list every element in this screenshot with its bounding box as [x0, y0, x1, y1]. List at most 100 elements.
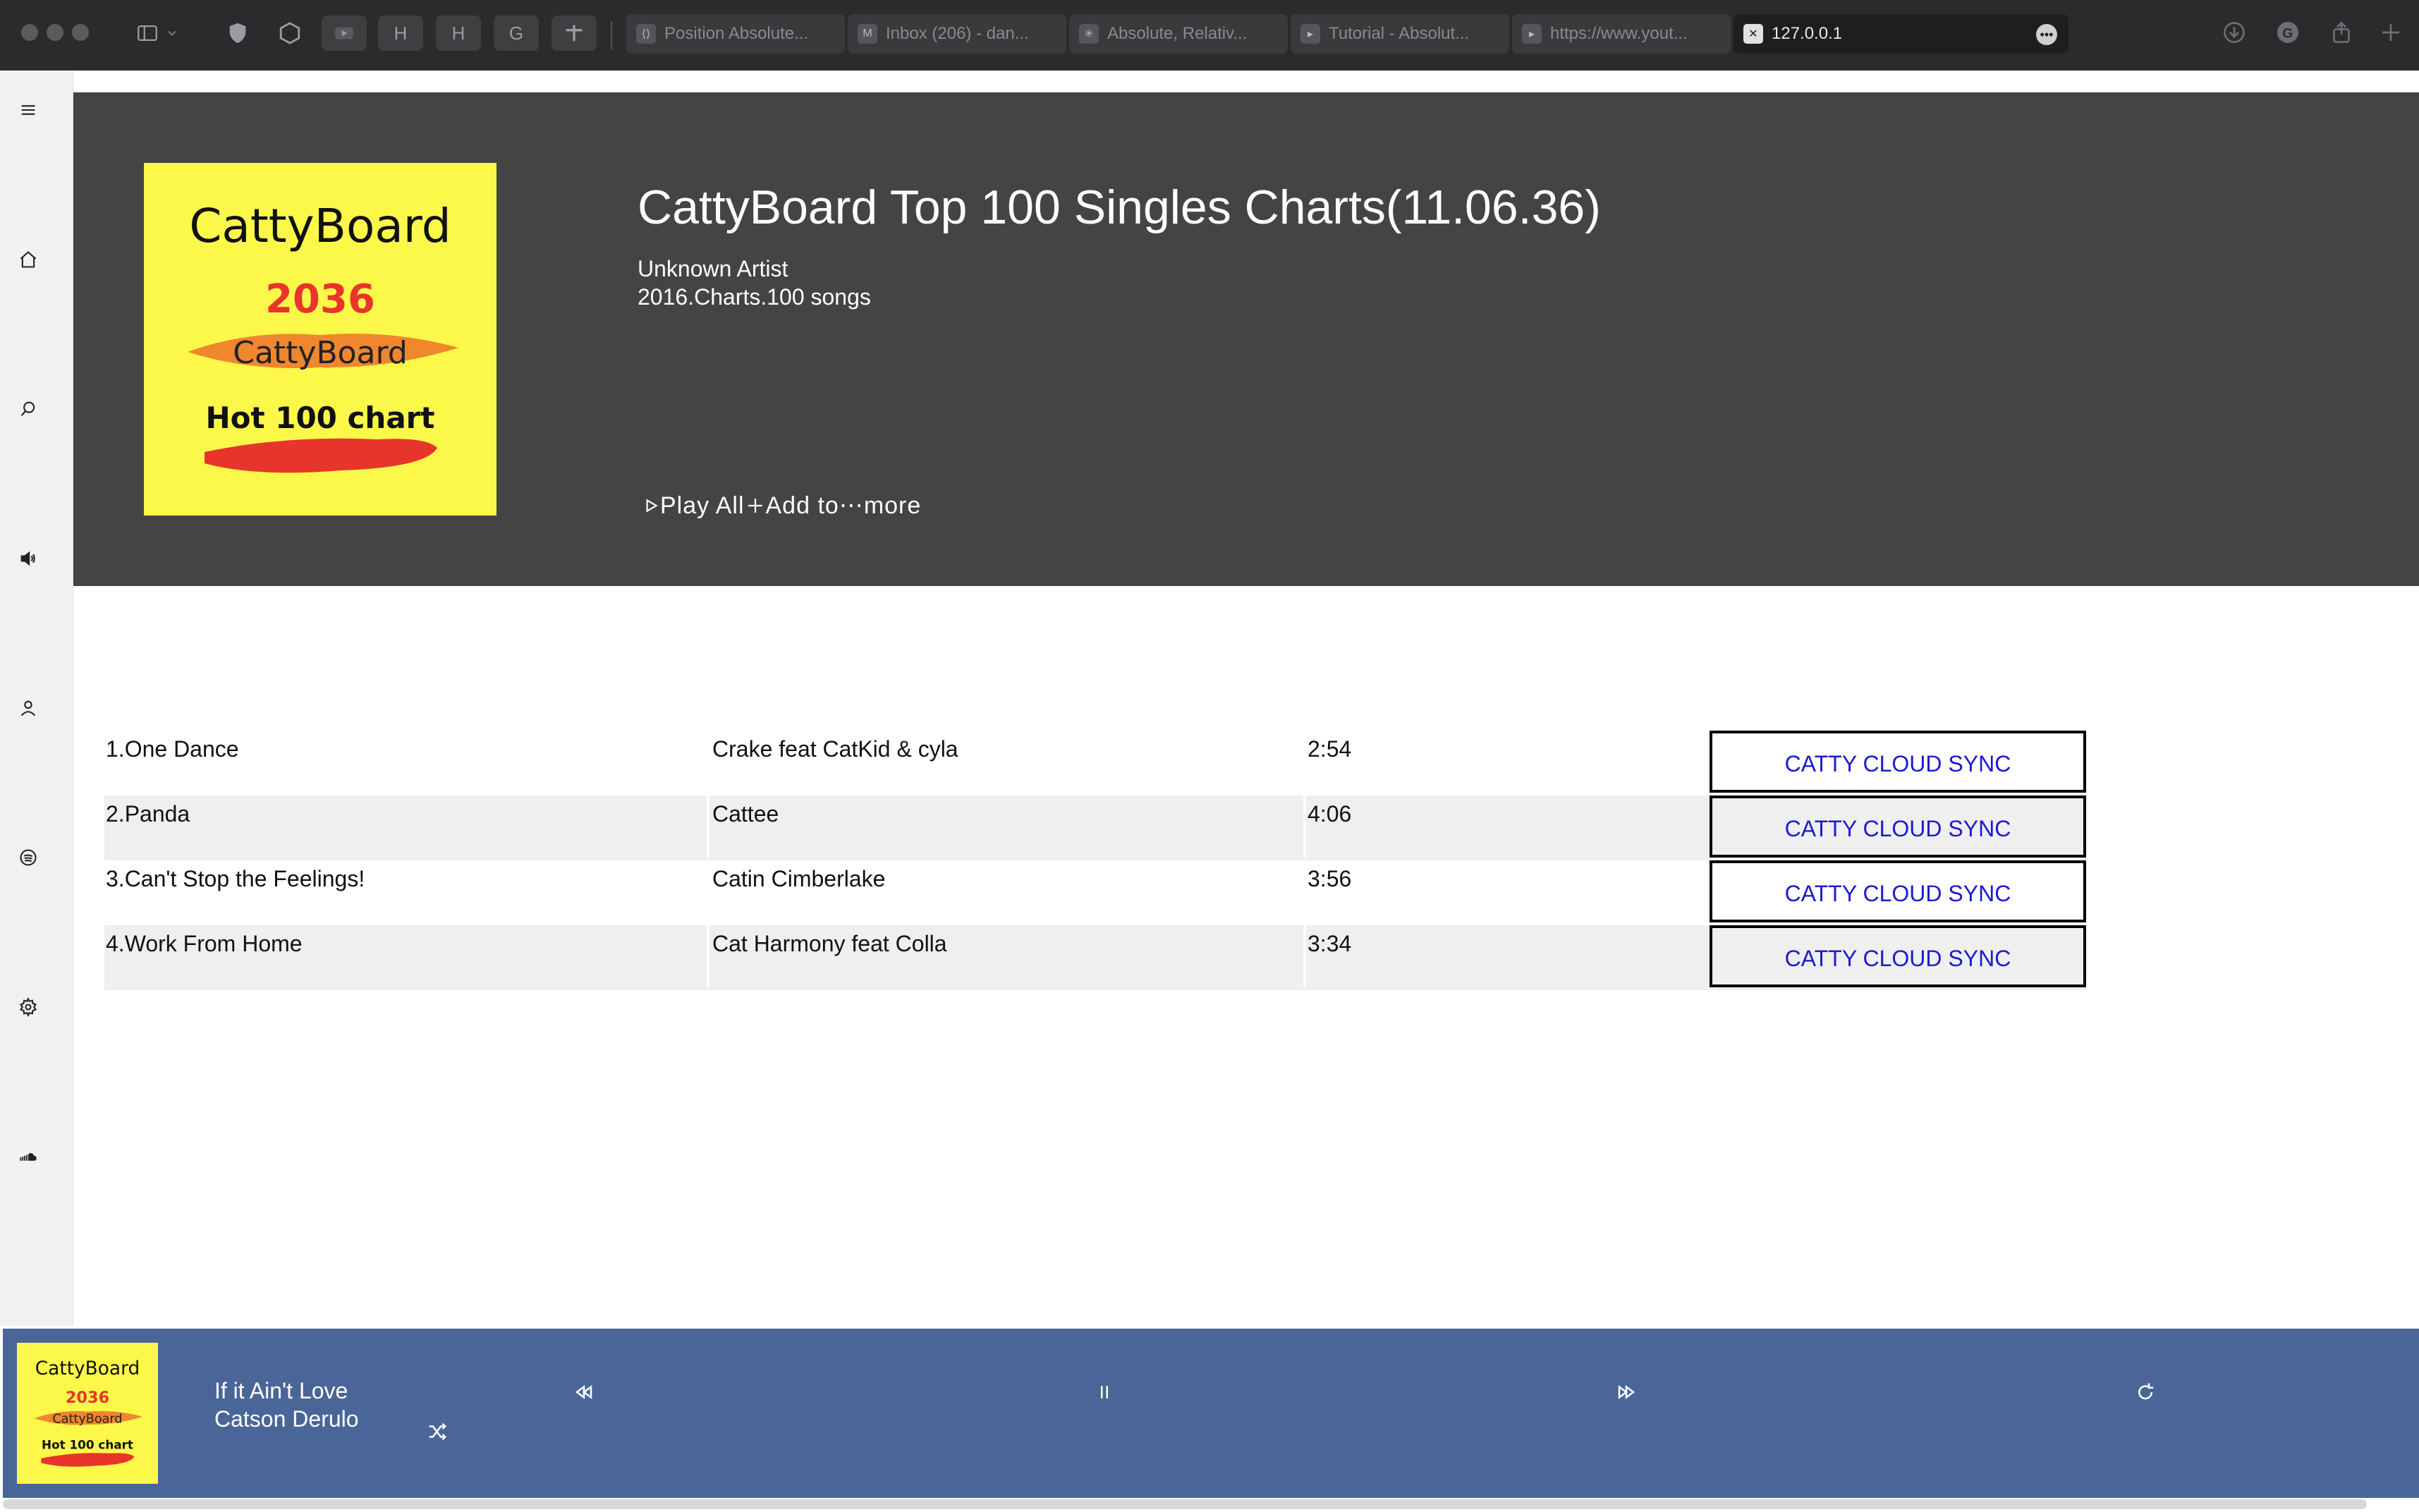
- repeat-icon[interactable]: [2133, 1379, 2158, 1405]
- mail-icon: M: [858, 24, 877, 44]
- add-to-label: Add to: [765, 492, 839, 519]
- tab-label: Inbox (206) - dan...: [886, 24, 1029, 43]
- menu-icon[interactable]: [17, 99, 39, 121]
- window-minimize-button[interactable]: [47, 24, 63, 41]
- track-table: 1.One Dance Crake feat CatKid & cyla 2:5…: [104, 731, 2086, 990]
- column-divider: [707, 795, 709, 858]
- browser-tab[interactable]: ▸ Tutorial - Absolut...: [1291, 14, 1509, 54]
- play-all-button[interactable]: Play All: [642, 492, 745, 520]
- close-icon[interactable]: ✕: [1743, 24, 1763, 44]
- left-nav: [0, 71, 73, 1326]
- track-artist: Cattee: [712, 801, 779, 827]
- grammarly-icon[interactable]: G: [2274, 18, 2302, 47]
- column-divider: [1303, 925, 1306, 987]
- album-actions: Play All Add to ⋯ more: [642, 492, 921, 520]
- pinned-tab-icon[interactable]: H: [378, 16, 423, 51]
- cover-line-1: CattyBoard: [35, 1358, 140, 1379]
- cloud-sync-button[interactable]: CATTY CLOUD SYNC: [1710, 925, 2086, 987]
- album-artist: Unknown Artist: [638, 256, 788, 281]
- video-icon: ▸: [1300, 24, 1320, 44]
- window-zoom-button[interactable]: [72, 24, 89, 41]
- browser-tab[interactable]: M Inbox (206) - dan...: [848, 14, 1066, 54]
- column-divider: [1303, 795, 1306, 858]
- table-row[interactable]: 4.Work From Home Cat Harmony feat Colla …: [104, 925, 2086, 990]
- cover-line-2: 2036: [265, 276, 375, 322]
- download-icon[interactable]: [2220, 18, 2248, 47]
- browser-tab-active[interactable]: ✕ 127.0.0.1 •••: [1733, 14, 2068, 54]
- track-title: 4.Work From Home: [106, 931, 303, 956]
- add-to-button[interactable]: Add to: [745, 492, 839, 520]
- more-icon[interactable]: •••: [2036, 24, 2057, 45]
- table-row[interactable]: 2.Panda Cattee 4:06 CATTY CLOUD SYNC: [104, 795, 2086, 860]
- track-artist: Cat Harmony feat Colla: [712, 931, 947, 956]
- ellipsis-icon: ⋯: [839, 492, 864, 519]
- track-duration: 3:56: [1308, 866, 1352, 891]
- column-divider: [707, 925, 709, 987]
- track-duration: 4:06: [1308, 801, 1352, 827]
- soundcloud-icon[interactable]: [17, 1145, 39, 1168]
- cover-line-3: CattyBoard: [53, 1413, 123, 1427]
- now-playing-cover: CattyBoard 2036 CattyBoard Hot 100 chart: [17, 1343, 158, 1484]
- svg-text:G: G: [2282, 26, 2293, 42]
- cloud-sync-button[interactable]: CATTY CLOUD SYNC: [1710, 731, 2086, 793]
- album-meta: 2016.Charts.100 songs: [638, 284, 871, 310]
- tab-label: https://www.yout...: [1550, 24, 1688, 43]
- rewind-icon[interactable]: [571, 1379, 597, 1405]
- browser-tab[interactable]: ✳ Absolute, Relativ...: [1069, 14, 1288, 54]
- track-duration: 2:54: [1308, 736, 1352, 762]
- window-close-button[interactable]: [21, 24, 38, 41]
- pause-icon[interactable]: [1092, 1379, 1117, 1405]
- cover-brush-red: [205, 438, 437, 473]
- fast-forward-icon[interactable]: [1614, 1379, 1639, 1405]
- cloud-sync-button[interactable]: CATTY CLOUD SYNC: [1710, 860, 2086, 922]
- cover-line-4: Hot 100 chart: [42, 1437, 133, 1451]
- more-button[interactable]: ⋯ more: [839, 492, 921, 520]
- shield-icon[interactable]: [219, 16, 257, 51]
- table-row[interactable]: 3.Can't Stop the Feelings! Catin Cimberl…: [104, 860, 2086, 925]
- track-artist: Crake feat CatKid & cyla: [712, 736, 958, 762]
- table-row[interactable]: 1.One Dance Crake feat CatKid & cyla 2:5…: [104, 731, 2086, 795]
- cover-line-3: CattyBoard: [233, 335, 408, 371]
- browser-tab[interactable]: ⟨⟩ Position Absolute...: [626, 14, 845, 54]
- browser-tab[interactable]: ▸ https://www.yout...: [1512, 14, 1731, 54]
- tab-label: Tutorial - Absolut...: [1329, 24, 1470, 43]
- cover-line-1: CattyBoard: [189, 199, 451, 253]
- track-title: 1.One Dance: [106, 736, 239, 762]
- tab-label: Position Absolute...: [664, 24, 809, 43]
- pinned-tab-icon[interactable]: G: [494, 16, 539, 51]
- now-playing-artist: Catson Derulo: [214, 1406, 359, 1432]
- album-title: CattyBoard Top 100 Singles Charts(11.06.…: [638, 181, 1601, 234]
- shuffle-icon[interactable]: [425, 1419, 450, 1444]
- settings-icon[interactable]: [17, 996, 39, 1018]
- plus-tab-icon[interactable]: [552, 16, 597, 51]
- extension-icon[interactable]: [271, 16, 309, 51]
- browser-toolbar: H H G ⟨⟩ Position Absolute... M Inbox (2…: [0, 0, 2419, 71]
- horizontal-scrollbar[interactable]: [3, 1499, 2367, 1509]
- new-tab-icon[interactable]: [2377, 18, 2405, 47]
- play-icon: [646, 499, 658, 513]
- album-cover: CattyBoard 2036 CattyBoard Hot 100 chart: [144, 163, 496, 516]
- track-title: 3.Can't Stop the Feelings!: [106, 866, 365, 891]
- sidebar-toggle-icon[interactable]: [126, 16, 189, 51]
- tab-label: 127.0.0.1: [1772, 24, 1843, 43]
- cover-brush-red: [41, 1453, 135, 1467]
- cloud-sync-button[interactable]: CATTY CLOUD SYNC: [1710, 795, 2086, 858]
- now-playing-title: If it Ain't Love: [214, 1378, 348, 1403]
- search-icon[interactable]: [17, 398, 39, 420]
- share-icon[interactable]: [2327, 18, 2356, 47]
- code-icon: ⟨⟩: [636, 24, 656, 44]
- album-header: CattyBoard 2036 CattyBoard Hot 100 chart…: [73, 92, 2419, 586]
- track-title: 2.Panda: [106, 801, 190, 827]
- cover-line-2: 2036: [66, 1389, 109, 1407]
- cover-line-4: Hot 100 chart: [206, 401, 435, 435]
- user-icon[interactable]: [17, 697, 39, 719]
- more-label: more: [863, 492, 922, 519]
- pinned-tab-icon[interactable]: H: [436, 16, 481, 51]
- track-duration: 3:34: [1308, 931, 1352, 956]
- home-icon[interactable]: [17, 248, 39, 271]
- spotify-icon[interactable]: [17, 846, 39, 869]
- volume-icon[interactable]: [17, 547, 39, 570]
- youtube-pinned-icon[interactable]: [322, 16, 367, 51]
- toolbar-divider: [611, 21, 612, 49]
- plus-icon: [748, 499, 762, 513]
